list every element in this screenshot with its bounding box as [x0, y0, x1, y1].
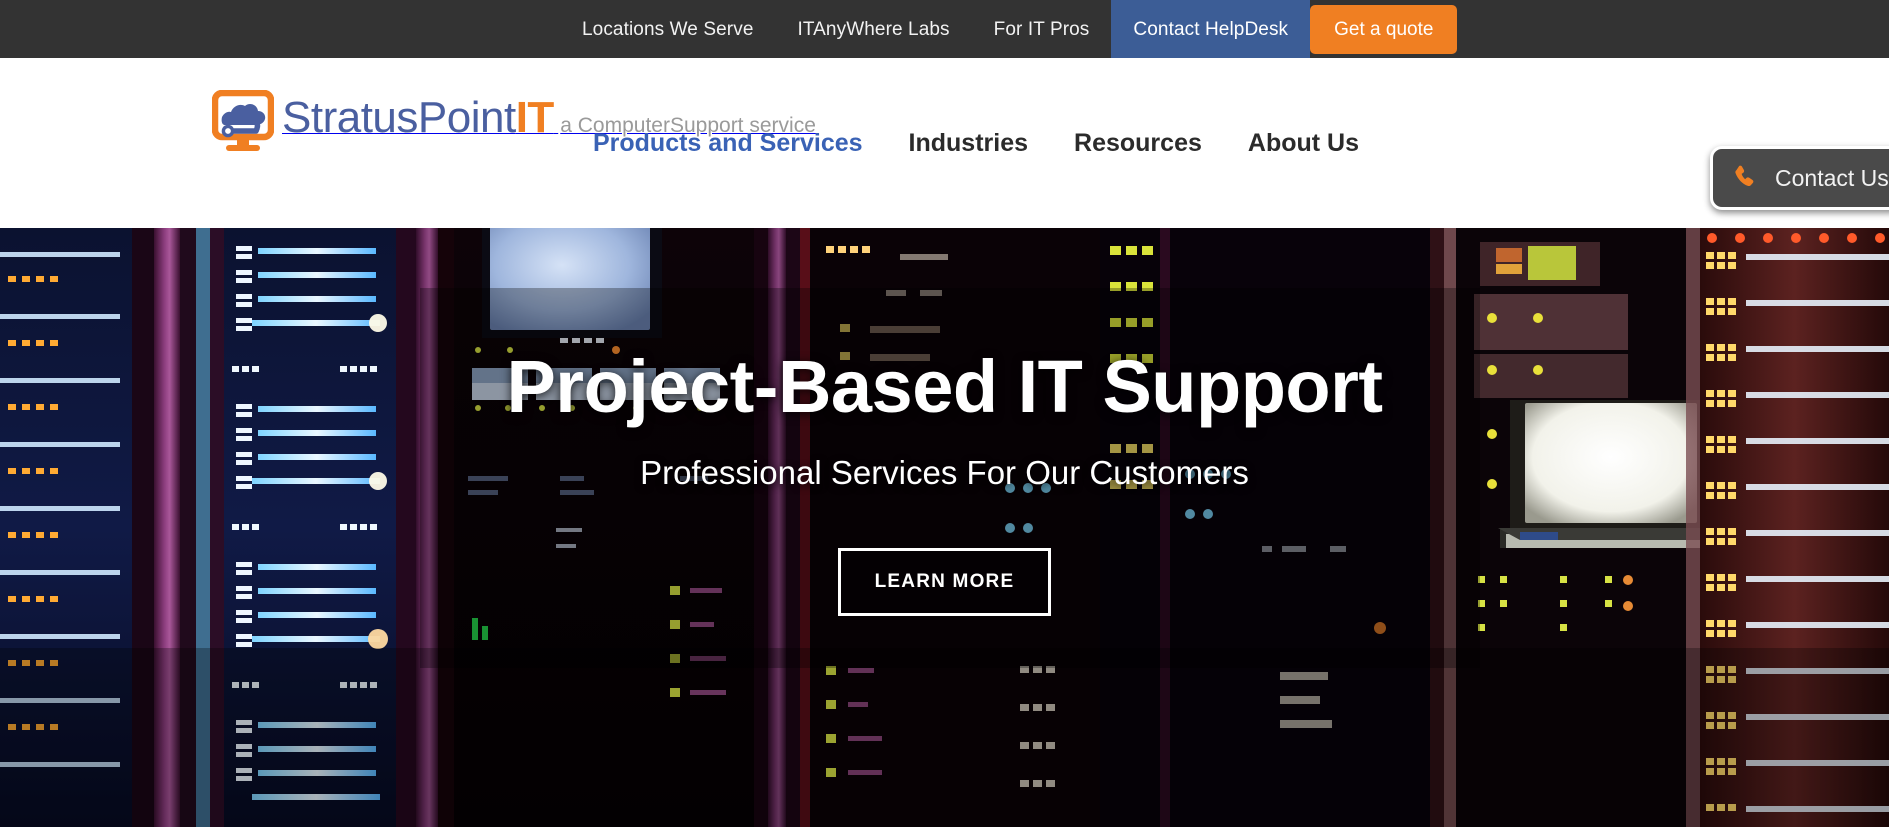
- site-header: StratusPointIT a ComputerSupport service…: [0, 58, 1889, 228]
- phone-icon: [1731, 163, 1761, 193]
- contact-us-label: Contact Us: [1775, 164, 1889, 191]
- top-link-itanywhere-labs[interactable]: ITAnyWhere Labs: [775, 0, 971, 58]
- quote-button-wrapper: Get a quote: [1310, 0, 1889, 58]
- logo-name-primary: StratusPoint: [282, 93, 516, 142]
- learn-more-button[interactable]: LEARN MORE: [837, 547, 1052, 616]
- top-link-for-it-pros[interactable]: For IT Pros: [972, 0, 1112, 58]
- nav-item-products-and-services[interactable]: Products and Services: [593, 129, 863, 158]
- hero-title: Project-Based IT Support: [506, 345, 1383, 428]
- topbar-left-spacer: [0, 0, 560, 58]
- nav-item-about-us[interactable]: About Us: [1248, 129, 1359, 158]
- page-root: Locations We Serve ITAnyWhere Labs For I…: [0, 0, 1889, 827]
- hero-section: Project-Based IT Support Professional Se…: [0, 228, 1889, 827]
- contact-us-tab[interactable]: Contact Us: [1710, 146, 1889, 210]
- top-link-contact-helpdesk[interactable]: Contact HelpDesk: [1111, 0, 1311, 58]
- logo-name-suffix: IT: [515, 93, 555, 142]
- top-link-locations-we-serve[interactable]: Locations We Serve: [560, 0, 775, 58]
- monitor-cloud-icon: [211, 89, 275, 172]
- main-navigation: Products and Services Industries Resourc…: [593, 58, 1359, 228]
- nav-item-resources[interactable]: Resources: [1074, 129, 1202, 158]
- top-utility-bar: Locations We Serve ITAnyWhere Labs For I…: [0, 0, 1889, 58]
- hero-content: Project-Based IT Support Professional Se…: [0, 228, 1889, 827]
- hero-subtitle: Professional Services For Our Customers: [640, 453, 1249, 491]
- nav-item-industries[interactable]: Industries: [909, 129, 1028, 158]
- get-a-quote-button[interactable]: Get a quote: [1310, 4, 1458, 54]
- logo-wordmark: StratusPointIT: [282, 93, 554, 142]
